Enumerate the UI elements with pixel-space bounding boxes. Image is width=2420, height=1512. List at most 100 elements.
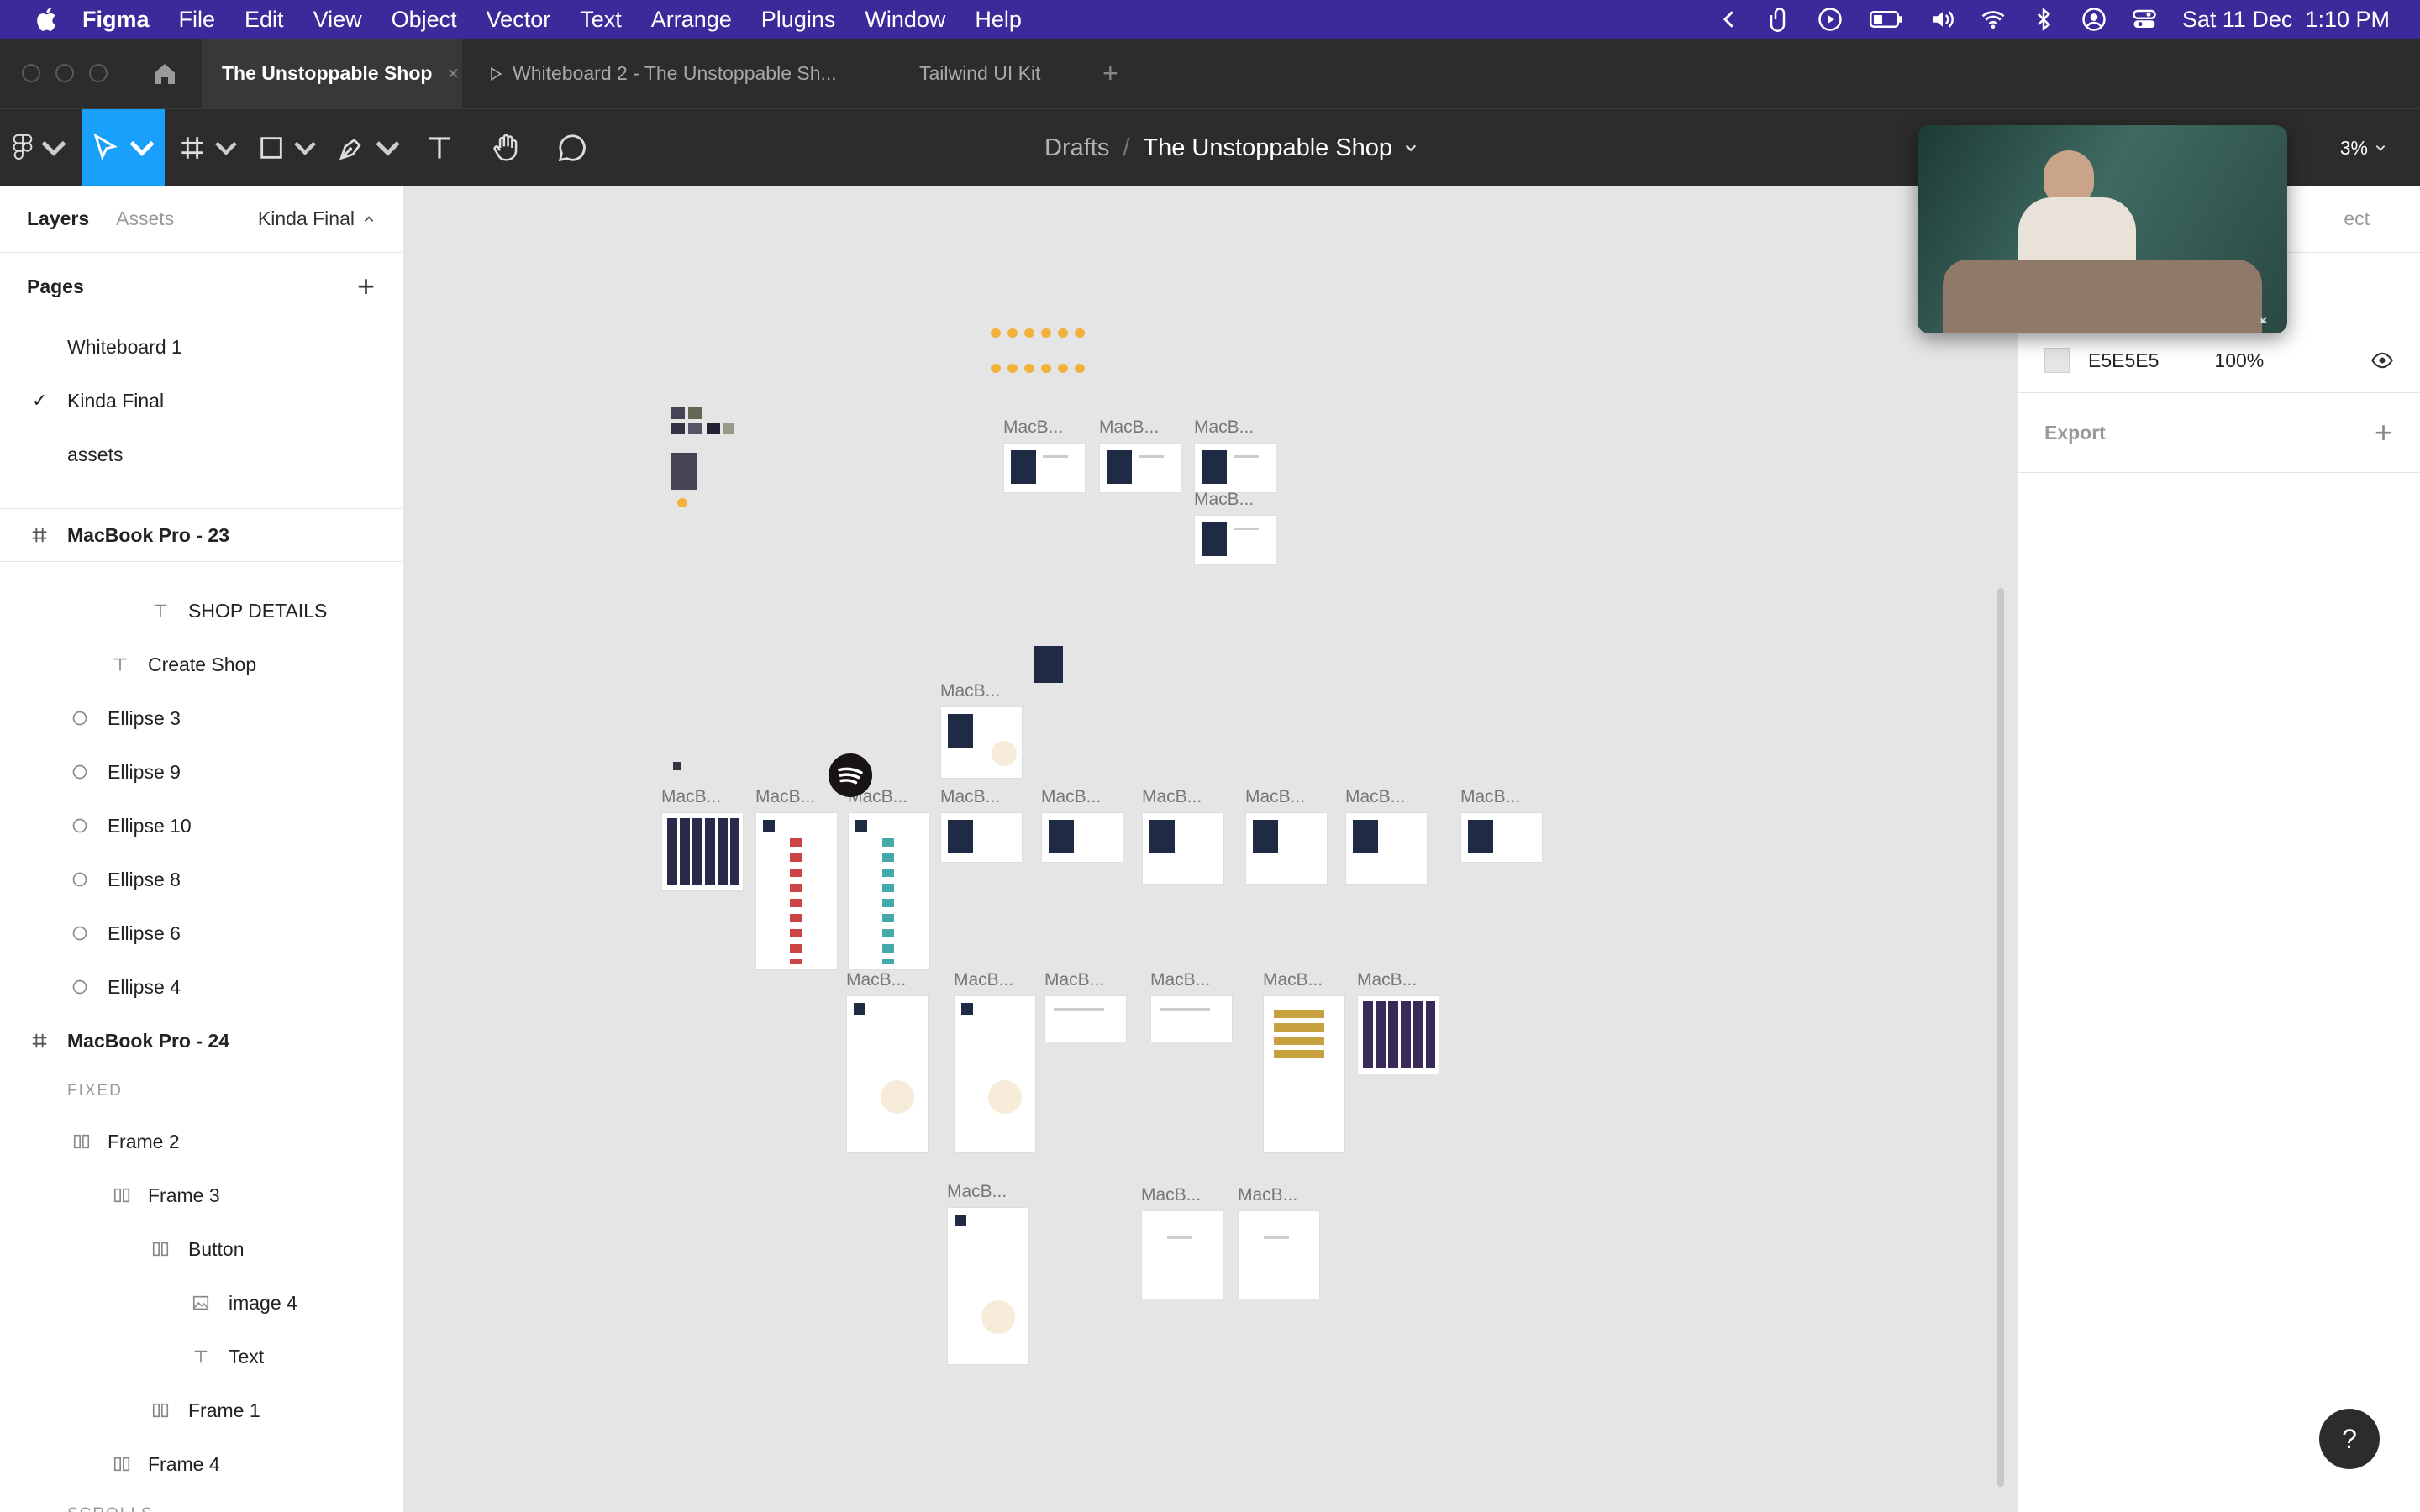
menu-text[interactable]: Text bbox=[580, 7, 622, 33]
page-item-assets[interactable]: assets bbox=[0, 428, 403, 481]
pip-expand-icon[interactable] bbox=[2259, 307, 2277, 325]
layer-ellipse-10[interactable]: Ellipse 10 bbox=[0, 799, 403, 853]
tab-assets[interactable]: Assets bbox=[116, 207, 174, 230]
layer-frame-macbook-pro-24[interactable]: MacBook Pro - 24 bbox=[0, 1014, 403, 1068]
move-tool-button[interactable] bbox=[82, 109, 165, 186]
layer-frame-4[interactable]: Frame 4 bbox=[0, 1437, 403, 1491]
frame-thumbnail[interactable] bbox=[1460, 812, 1543, 863]
frame-thumbnail[interactable] bbox=[1194, 443, 1276, 493]
frame-thumbnail[interactable] bbox=[1345, 812, 1428, 885]
frame-thumbnail[interactable] bbox=[1041, 812, 1123, 863]
window-close-button[interactable] bbox=[22, 64, 40, 82]
page-item-kinda-final[interactable]: ✓ Kinda Final bbox=[0, 374, 403, 428]
frame-thumbnail[interactable] bbox=[1194, 515, 1276, 565]
layer-button[interactable]: Button bbox=[0, 1222, 403, 1276]
frame-thumbnail[interactable] bbox=[755, 812, 838, 970]
help-button[interactable]: ? bbox=[2319, 1409, 2380, 1469]
frame-label[interactable]: MacB... bbox=[1099, 417, 1159, 438]
bluetooth-icon[interactable] bbox=[2031, 7, 2056, 32]
battery-icon[interactable] bbox=[1868, 7, 1905, 32]
frame-thumbnail[interactable] bbox=[940, 812, 1023, 863]
wifi-icon[interactable] bbox=[1981, 7, 2006, 32]
picture-in-picture-video[interactable] bbox=[1918, 125, 2287, 333]
background-fill-row[interactable]: E5E5E5 100% bbox=[2018, 328, 2420, 392]
frame-label[interactable]: MacB... bbox=[1003, 417, 1063, 438]
hand-tool-button[interactable] bbox=[486, 109, 528, 186]
frame-thumbnail[interactable] bbox=[947, 1207, 1029, 1365]
frame-label[interactable]: MacB... bbox=[1041, 787, 1101, 807]
volume-icon[interactable] bbox=[1930, 7, 1955, 32]
frame-label[interactable]: MacB... bbox=[954, 970, 1013, 990]
fill-opacity-value[interactable]: 100% bbox=[2214, 349, 2264, 372]
tab-tailwind-ui-kit[interactable]: Tailwind UI Kit bbox=[919, 39, 1040, 108]
frame-label[interactable]: MacB... bbox=[1194, 417, 1254, 438]
frame-label[interactable]: MacB... bbox=[1142, 787, 1202, 807]
design-canvas[interactable]: MacB... MacB... MacB... MacB... MacB... … bbox=[404, 186, 2017, 1512]
eye-icon[interactable] bbox=[2370, 349, 2394, 372]
window-minimize-button[interactable] bbox=[55, 64, 74, 82]
frame-thumbnail[interactable] bbox=[1142, 812, 1224, 885]
frame-label[interactable]: MacB... bbox=[1238, 1185, 1297, 1205]
zoom-dropdown[interactable]: 3% bbox=[2340, 109, 2386, 186]
file-name[interactable]: The Unstoppable Shop bbox=[1143, 134, 1392, 162]
user-account-icon[interactable] bbox=[2081, 7, 2107, 32]
add-page-button[interactable]: + bbox=[357, 269, 375, 304]
frame-label[interactable]: MacB... bbox=[1150, 970, 1210, 990]
frame-label[interactable]: MacB... bbox=[1263, 970, 1323, 990]
menu-help[interactable]: Help bbox=[975, 7, 1022, 33]
frame-label[interactable]: MacB... bbox=[1245, 787, 1305, 807]
frame-label[interactable]: MacB... bbox=[947, 1182, 1007, 1202]
frame-thumbnail[interactable] bbox=[940, 706, 1023, 779]
pen-tool-button[interactable] bbox=[336, 109, 403, 186]
layer-ellipse-6[interactable]: Ellipse 6 bbox=[0, 906, 403, 960]
menu-window[interactable]: Window bbox=[865, 7, 945, 33]
frame-label[interactable]: MacB... bbox=[661, 787, 721, 807]
chevron-down-icon[interactable] bbox=[1404, 141, 1418, 155]
frame-label[interactable]: MacB... bbox=[1141, 1185, 1201, 1205]
tab-the-unstoppable-shop[interactable]: The Unstoppable Shop × bbox=[202, 39, 462, 108]
layer-text-create-shop[interactable]: Create Shop bbox=[0, 638, 403, 691]
frame-thumbnail[interactable] bbox=[1245, 812, 1328, 885]
home-button[interactable] bbox=[143, 39, 187, 108]
frame-thumbnail[interactable] bbox=[1099, 443, 1181, 493]
window-zoom-button[interactable] bbox=[89, 64, 108, 82]
comment-tool-button[interactable] bbox=[551, 109, 593, 186]
frame-tool-button[interactable] bbox=[178, 109, 240, 186]
menubar-clock[interactable]: Sat 11 Dec 1:10 PM bbox=[2182, 7, 2390, 33]
add-export-button[interactable]: + bbox=[2375, 415, 2392, 450]
frame-label[interactable]: MacB... bbox=[1460, 787, 1520, 807]
paperclip-icon[interactable] bbox=[1767, 7, 1792, 32]
menu-object[interactable]: Object bbox=[392, 7, 457, 33]
layer-frame-2[interactable]: Frame 2 bbox=[0, 1115, 403, 1168]
frame-label[interactable]: MacB... bbox=[940, 787, 1000, 807]
menu-view[interactable]: View bbox=[313, 7, 362, 33]
frame-thumbnail[interactable] bbox=[846, 995, 929, 1153]
frame-label[interactable]: MacB... bbox=[1194, 490, 1254, 510]
frame-label[interactable]: MacB... bbox=[1357, 970, 1417, 990]
frame-thumbnail[interactable] bbox=[848, 812, 930, 970]
menu-edit[interactable]: Edit bbox=[245, 7, 284, 33]
color-swatch[interactable] bbox=[2044, 348, 2070, 373]
play-circle-icon[interactable] bbox=[1818, 7, 1843, 32]
menu-file[interactable]: File bbox=[179, 7, 216, 33]
layer-ellipse-3[interactable]: Ellipse 3 bbox=[0, 691, 403, 745]
standalone-image[interactable] bbox=[1034, 646, 1063, 683]
frame-thumbnail[interactable] bbox=[1150, 995, 1233, 1042]
layer-text[interactable]: Text bbox=[0, 1330, 403, 1383]
frame-label[interactable]: MacB... bbox=[1044, 970, 1104, 990]
text-tool-button[interactable] bbox=[418, 109, 460, 186]
layer-frame-1[interactable]: Frame 1 bbox=[0, 1383, 403, 1437]
chevron-left-icon[interactable] bbox=[1717, 7, 1742, 32]
frame-thumbnail[interactable] bbox=[1141, 1210, 1223, 1299]
tab-close-icon[interactable]: × bbox=[447, 62, 458, 85]
layer-ellipse-9[interactable]: Ellipse 9 bbox=[0, 745, 403, 799]
layer-image-4[interactable]: image 4 bbox=[0, 1276, 403, 1330]
frame-thumbnail[interactable] bbox=[1003, 443, 1086, 493]
main-menu-button[interactable] bbox=[12, 109, 71, 186]
page-item-whiteboard-1[interactable]: Whiteboard 1 bbox=[0, 320, 403, 374]
frame-thumbnail[interactable] bbox=[661, 812, 744, 891]
frame-thumbnail[interactable] bbox=[1238, 1210, 1320, 1299]
tab-layers[interactable]: Layers bbox=[27, 207, 89, 230]
layer-ellipse-8[interactable]: Ellipse 8 bbox=[0, 853, 403, 906]
frame-label[interactable]: MacB... bbox=[755, 787, 815, 807]
